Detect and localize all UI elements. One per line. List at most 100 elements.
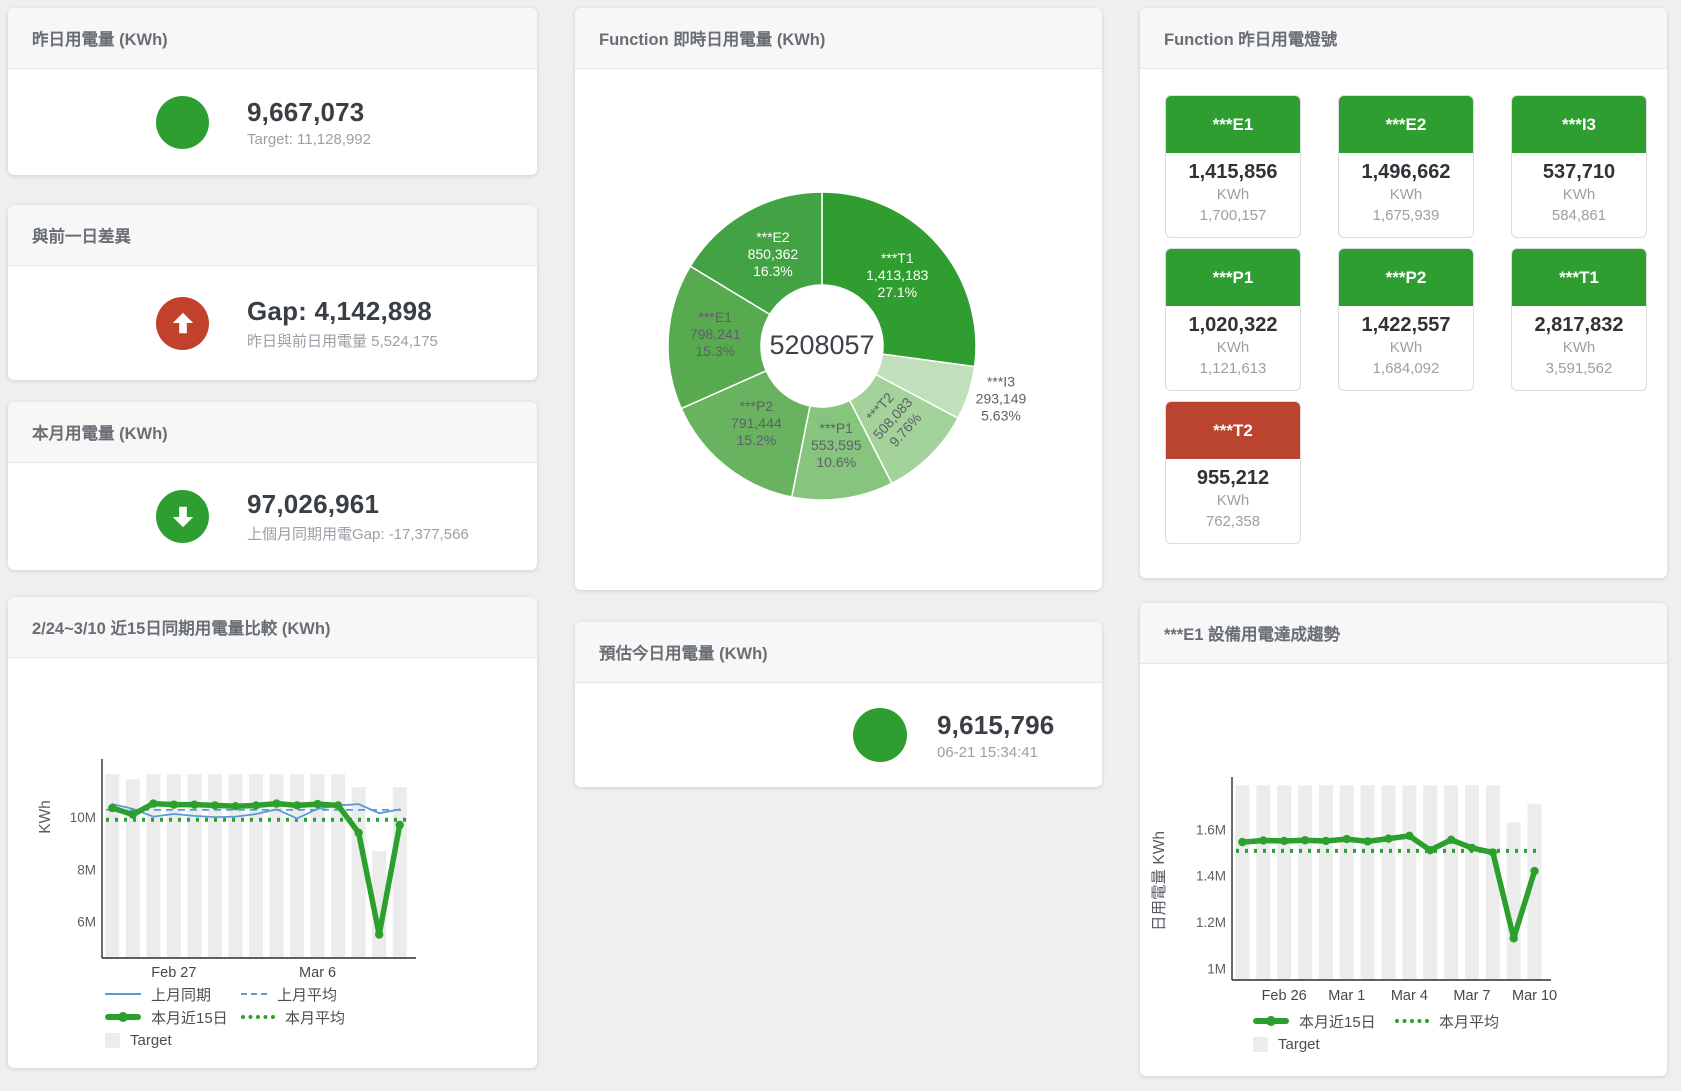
legend-label: 上月同期 [151, 984, 211, 1005]
series-marker [1238, 838, 1246, 846]
stat-value: 97,026,961 [247, 489, 469, 520]
legend-item[interactable]: 上月平均 [241, 983, 345, 1005]
target-bar [1465, 785, 1479, 980]
stat-subtitle: 昨日與前日用電量 5,524,175 [247, 330, 438, 351]
card-header: 預估今日用電量 (KWh) [575, 622, 1102, 683]
target-bar [352, 787, 366, 958]
tile-label: ***E1 [1166, 96, 1300, 153]
light-tile-T1[interactable]: ***T12,817,832KWh3,591,562 [1511, 248, 1647, 391]
target-bar [393, 787, 407, 958]
legend-label: Target [1278, 1036, 1320, 1053]
tile-target: 1,700,157 [1166, 205, 1300, 226]
tile-unit: KWh [1339, 337, 1473, 358]
stat-value: 9,667,073 [247, 97, 371, 128]
card-header: 本月用電量 (KWh) [8, 402, 537, 463]
series-marker [1322, 837, 1330, 845]
legend-label: 本月平均 [1439, 1011, 1499, 1032]
tile-unit: KWh [1512, 184, 1646, 205]
legend-item[interactable]: Target [1253, 1033, 1395, 1055]
legend-item[interactable]: 本月平均 [241, 1006, 345, 1028]
status-circle-icon [156, 96, 209, 149]
tile-value: 537,710 [1512, 161, 1646, 184]
legend-label: 本月近15日 [1299, 1011, 1376, 1032]
x-tick-label: Mar 7 [1453, 988, 1490, 1004]
y-axis-label: KWh [37, 800, 54, 834]
series-marker [354, 829, 362, 837]
x-tick-label: Mar 10 [1512, 988, 1557, 1004]
legend-item[interactable]: 本月近15日 [105, 1006, 241, 1028]
legend-sample-icon [1253, 1037, 1268, 1052]
series-marker [149, 799, 157, 807]
light-tile-E1[interactable]: ***E11,415,856KWh1,700,157 [1165, 95, 1301, 238]
card-function-lights: Function 昨日用電燈號 ***E11,415,856KWh1,700,1… [1140, 8, 1667, 578]
target-bar [1382, 785, 1396, 980]
legend-item[interactable]: 本月平均 [1395, 1010, 1499, 1032]
card-compare-chart: 2/24~3/10 近15日同期用電量比較 (KWh) 6M8M10MFeb 2… [8, 597, 537, 1068]
target-bar [105, 774, 119, 958]
series-marker [1426, 846, 1434, 854]
tile-label: ***T1 [1512, 249, 1646, 306]
donut-slice-label: ***I3293,1495.63% [976, 374, 1027, 424]
x-tick-label: Feb 26 [1262, 988, 1307, 1004]
stat-subtitle: 上個月同期用電Gap: -17,377,566 [247, 523, 469, 544]
series-marker [313, 800, 321, 808]
series-marker [1510, 934, 1518, 942]
light-tile-P2[interactable]: ***P21,422,557KWh1,684,092 [1338, 248, 1474, 391]
legend-sample-icon [241, 993, 267, 995]
target-bar [1319, 785, 1333, 980]
target-bar [1361, 785, 1375, 980]
target-bar [1235, 785, 1249, 980]
y-tick-label: 1.6M [1196, 822, 1226, 837]
legend-sample-icon [105, 1033, 120, 1048]
tile-target: 1,121,613 [1166, 358, 1300, 379]
card-e1-trend-chart: ***E1 設備用電達成趨勢 1M1.2M1.4M1.6MFeb 26Mar 1… [1140, 603, 1667, 1076]
tile-unit: KWh [1166, 337, 1300, 358]
x-tick-label: Mar 1 [1328, 988, 1365, 1004]
legend-sample-icon [241, 1015, 275, 1019]
y-tick-label: 10M [70, 810, 96, 825]
legend-item[interactable]: Target [105, 1029, 241, 1051]
e1-trend-chart: 1M1.2M1.4M1.6MFeb 26Mar 1Mar 4Mar 7Mar 1… [1140, 603, 1667, 1076]
light-tile-I3[interactable]: ***I3 537,710KWh584,861 [1511, 95, 1647, 238]
tile-label: ***T2 [1166, 402, 1300, 459]
e1-chart-legend: 本月近15日 本月平均 Target [1253, 1010, 1499, 1055]
y-tick-label: 6M [77, 914, 96, 929]
donut-center-total: 5208057 [769, 330, 874, 360]
card-header: 與前一日差異 [8, 205, 537, 266]
stat-body: Gap: 4,142,898 昨日與前日用電量 5,524,175 [8, 266, 537, 380]
card-today-estimate: 預估今日用電量 (KWh) 9,615,796 06-21 15:34:41 [575, 622, 1102, 787]
tile-label: ***E2 [1339, 96, 1473, 153]
card-title: 預估今日用電量 (KWh) [599, 640, 768, 664]
legend-label: Target [130, 1032, 172, 1049]
card-title: 昨日用電量 (KWh) [32, 26, 168, 50]
stat-text: Gap: 4,142,898 昨日與前日用電量 5,524,175 [247, 296, 438, 351]
light-tile-P1[interactable]: ***P11,020,322KWh1,121,613 [1165, 248, 1301, 391]
tile-target: 1,675,939 [1339, 205, 1473, 226]
stat-text: 9,615,796 06-21 15:34:41 [937, 710, 1054, 761]
tile-label: ***I3 [1512, 96, 1646, 153]
light-tile-T2[interactable]: ***T2955,212KWh762,358 [1165, 401, 1301, 544]
tile-target: 1,684,092 [1339, 358, 1473, 379]
series-marker [1301, 836, 1309, 844]
legend-item[interactable]: 本月近15日 [1253, 1010, 1395, 1032]
legend-label: 上月平均 [277, 984, 337, 1005]
y-tick-label: 8M [77, 862, 96, 877]
target-bar [1402, 785, 1416, 980]
tile-value: 1,020,322 [1166, 314, 1300, 337]
series-marker [1447, 836, 1455, 844]
series-marker [129, 810, 137, 818]
series-marker [1405, 832, 1413, 840]
series-marker [252, 801, 260, 809]
series-marker [1384, 834, 1392, 842]
y-axis-label: 日用電量 KWh [1151, 831, 1168, 931]
series-marker [1259, 836, 1267, 844]
legend-item[interactable]: 上月同期 [105, 983, 241, 1005]
series-marker [1489, 848, 1497, 856]
tile-target: 584,861 [1512, 205, 1646, 226]
light-tile-E2[interactable]: ***E21,496,662KWh1,675,939 [1338, 95, 1474, 238]
target-bar [1507, 822, 1521, 980]
tile-value: 1,496,662 [1339, 161, 1473, 184]
stat-text: 97,026,961 上個月同期用電Gap: -17,377,566 [247, 489, 469, 544]
stat-value: 9,615,796 [937, 710, 1054, 741]
series-marker [1280, 837, 1288, 845]
